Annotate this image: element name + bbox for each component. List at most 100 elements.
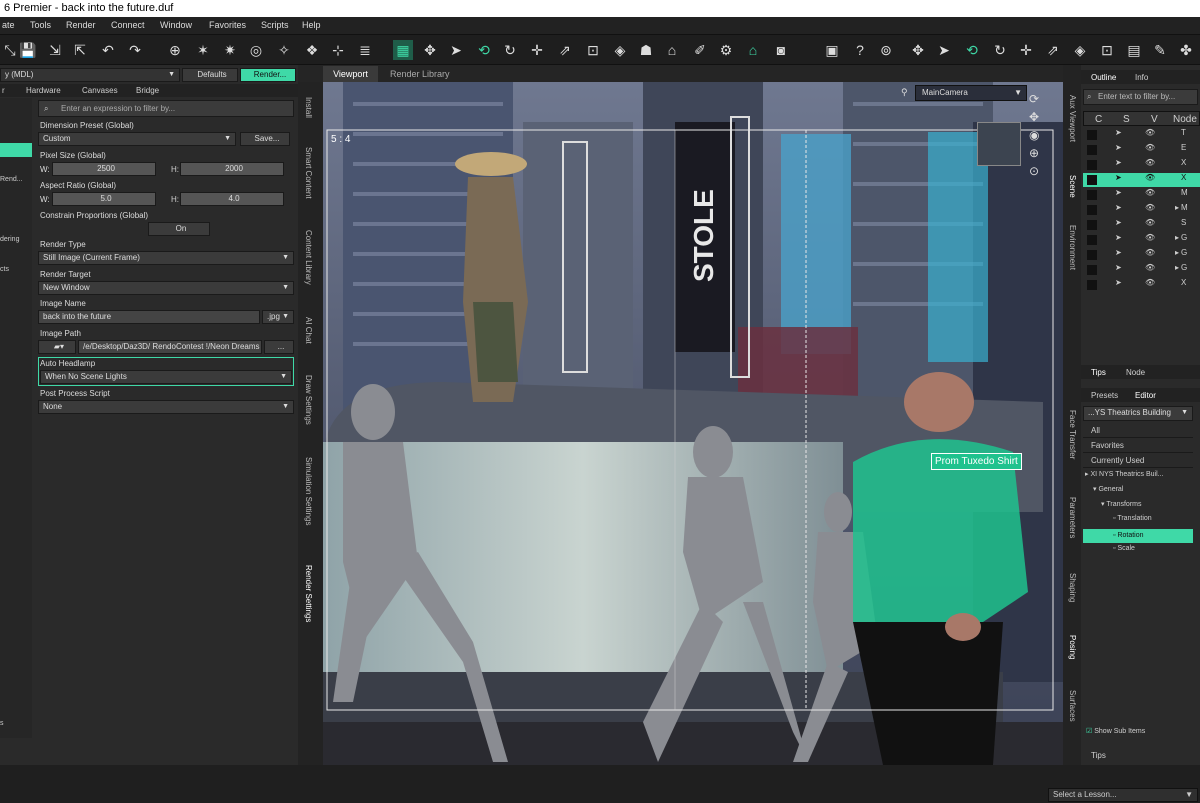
tab-posing[interactable]: Posing [1068, 635, 1077, 659]
menu-scripts[interactable]: Scripts [261, 20, 289, 30]
column-c[interactable]: C [1095, 114, 1102, 125]
tab-canvases[interactable]: Canvases [82, 86, 118, 95]
column-v[interactable]: V [1151, 114, 1158, 125]
spot-icon[interactable]: ✤ [1176, 40, 1196, 60]
transfer-icon[interactable]: ⊡ [1097, 40, 1117, 60]
move-icon[interactable]: ⤡ [0, 40, 20, 60]
tab-parameters[interactable]: Parameters [1068, 497, 1077, 538]
height-slider[interactable]: 2000 [180, 162, 284, 176]
table-row[interactable]: ➤ 👁 ▸ M [1083, 203, 1200, 217]
eye-icon[interactable]: 👁 [1145, 143, 1155, 152]
align-icon[interactable]: ≣ [355, 40, 375, 60]
tab-hardware[interactable]: Hardware [26, 86, 61, 95]
tab-tips[interactable]: Tips [1091, 368, 1106, 377]
extension-dropdown[interactable]: .jpg ▼ [262, 310, 294, 324]
folder-icon[interactable]: ▰▾ [38, 340, 76, 354]
category-all[interactable]: All [1083, 424, 1193, 438]
rotate-tool-icon[interactable]: ↻ [990, 40, 1010, 60]
region-icon[interactable]: ⚙ [716, 40, 736, 60]
eye-icon[interactable]: 👁 [1145, 128, 1155, 137]
image-name-input[interactable]: back into the future [38, 310, 260, 324]
eye-icon[interactable]: 👁 [1145, 188, 1155, 197]
tree-translation[interactable]: ▫ Translation [1113, 515, 1193, 528]
tab-draw-settings[interactable]: Draw Settings [304, 375, 313, 425]
scene-filter-input[interactable]: ⌕ Enter text to filter by... [1083, 89, 1198, 105]
tab-simulation-settings[interactable]: Simulation Settings [304, 457, 313, 525]
eye-icon[interactable]: 👁 [1145, 158, 1155, 167]
category-selected[interactable] [0, 143, 32, 157]
table-row[interactable]: ➤ 👁 ▸ G [1083, 248, 1200, 262]
table-row[interactable]: ➤ 👁 E [1083, 143, 1200, 157]
table-row-selected[interactable]: ➤ 👁 X [1083, 173, 1200, 187]
menu-render[interactable]: Render [66, 20, 96, 30]
eye-icon[interactable]: 👁 [1145, 248, 1155, 257]
table-row[interactable]: ➤ 👁 M [1083, 188, 1200, 202]
camera-dropdown[interactable]: MainCamera ▼ [915, 85, 1027, 101]
joint-editor-icon[interactable]: ⊡ [583, 40, 603, 60]
tab-node[interactable]: Node [1126, 368, 1145, 377]
brush-icon[interactable]: ✎ [1150, 40, 1170, 60]
tab-scene[interactable]: Scene [1068, 175, 1077, 198]
view-cube-icon[interactable] [977, 122, 1021, 166]
table-row[interactable]: ➤ 👁 S [1083, 218, 1200, 232]
tab-surfaces[interactable]: Surfaces [1068, 690, 1077, 722]
scale-icon[interactable]: ⇗ [555, 40, 575, 60]
headlamp-dropdown[interactable]: When No Scene Lights ▼ [40, 370, 292, 384]
menu-create[interactable]: ate [2, 20, 15, 30]
width-slider[interactable]: 2500 [52, 162, 156, 176]
render-target-dropdown[interactable]: New Window ▼ [38, 281, 294, 295]
iray-icon[interactable]: ⌂ [743, 40, 763, 60]
tab-presets[interactable]: Presets [1091, 391, 1118, 400]
tree-root[interactable]: ▸ XI NYS Theatrics Buil... [1085, 470, 1195, 483]
save-preset-button[interactable]: Save... [240, 132, 290, 146]
table-row[interactable]: ➤ 👁 X [1083, 278, 1200, 292]
tab-render-library[interactable]: Render Library [390, 66, 460, 82]
orbit-icon[interactable]: ⟳ [1029, 92, 1045, 110]
column-s[interactable]: S [1123, 114, 1130, 125]
browse-button[interactable]: ... [264, 340, 294, 354]
surface-icon[interactable]: ◈ [610, 40, 630, 60]
ids-icon[interactable]: ▣ [822, 40, 842, 60]
tab-content-library[interactable]: Content Library [304, 230, 313, 285]
category-item[interactable]: s [0, 720, 32, 727]
category-item[interactable]: dering [0, 236, 32, 243]
table-row[interactable]: ➤ 👁 T [1083, 128, 1200, 142]
column-node[interactable]: Node [1173, 114, 1197, 125]
tree-scale[interactable]: ▫ Scale [1113, 545, 1193, 558]
3d-viewport[interactable]: STOLE 5 : 4 MainCamera ▼ ⚲ ⟳ ✥ ◉ ⊕ ⊙ Prom… [323, 82, 1063, 765]
figure-icon[interactable]: ☗ [636, 40, 656, 60]
geometry-icon[interactable]: ✐ [690, 40, 710, 60]
universal-icon[interactable]: ✥ [420, 40, 440, 60]
constrain-toggle[interactable]: On [148, 222, 210, 236]
frame-icon[interactable]: ⊙ [1029, 164, 1045, 182]
light-tool-icon[interactable]: ✷ [220, 40, 240, 60]
node-select-icon[interactable]: ❖ [302, 40, 322, 60]
undo-icon[interactable]: ↶ [98, 40, 118, 60]
menu-favorites[interactable]: Favorites [209, 20, 246, 30]
redo-icon[interactable]: ↷ [125, 40, 145, 60]
tree-general[interactable]: ▾ General [1093, 485, 1193, 498]
pointer-icon[interactable]: ➤ [446, 40, 466, 60]
menu-window[interactable]: Window [160, 20, 192, 30]
translate-tool-icon[interactable]: ✛ [1016, 40, 1036, 60]
universal-tool-icon[interactable]: ✥ [908, 40, 928, 60]
dolly-icon[interactable]: ◉ [1029, 128, 1045, 146]
eye-icon[interactable]: 👁 [1145, 173, 1155, 182]
translate-icon[interactable]: ✛ [527, 40, 547, 60]
building-dropdown[interactable]: ...YS Theatrics Building ▼ [1083, 406, 1193, 421]
tab-aux-viewport[interactable]: Aux Viewport [1068, 95, 1077, 142]
zoom-icon[interactable]: ⊕ [1029, 146, 1045, 164]
tab-editor[interactable]: Editor [1135, 391, 1156, 400]
camera-tool-icon[interactable]: ⊕ [165, 40, 185, 60]
export-icon[interactable]: ⇱ [70, 40, 90, 60]
tab-editor[interactable]: r [2, 86, 5, 95]
tab-face-transfer[interactable]: Face Transfer [1068, 410, 1077, 459]
category-currently-used[interactable]: Currently Used [1083, 454, 1193, 468]
save-icon[interactable]: 💾 [18, 40, 38, 60]
import-icon[interactable]: ⇲ [45, 40, 65, 60]
menu-help[interactable]: Help [302, 20, 321, 30]
tab-render-settings[interactable]: Render Settings [304, 565, 313, 622]
target-icon[interactable]: ⊹ [328, 40, 348, 60]
aspect-height-slider[interactable]: 4.0 [180, 192, 284, 206]
tab-bridge[interactable]: Bridge [136, 86, 159, 95]
